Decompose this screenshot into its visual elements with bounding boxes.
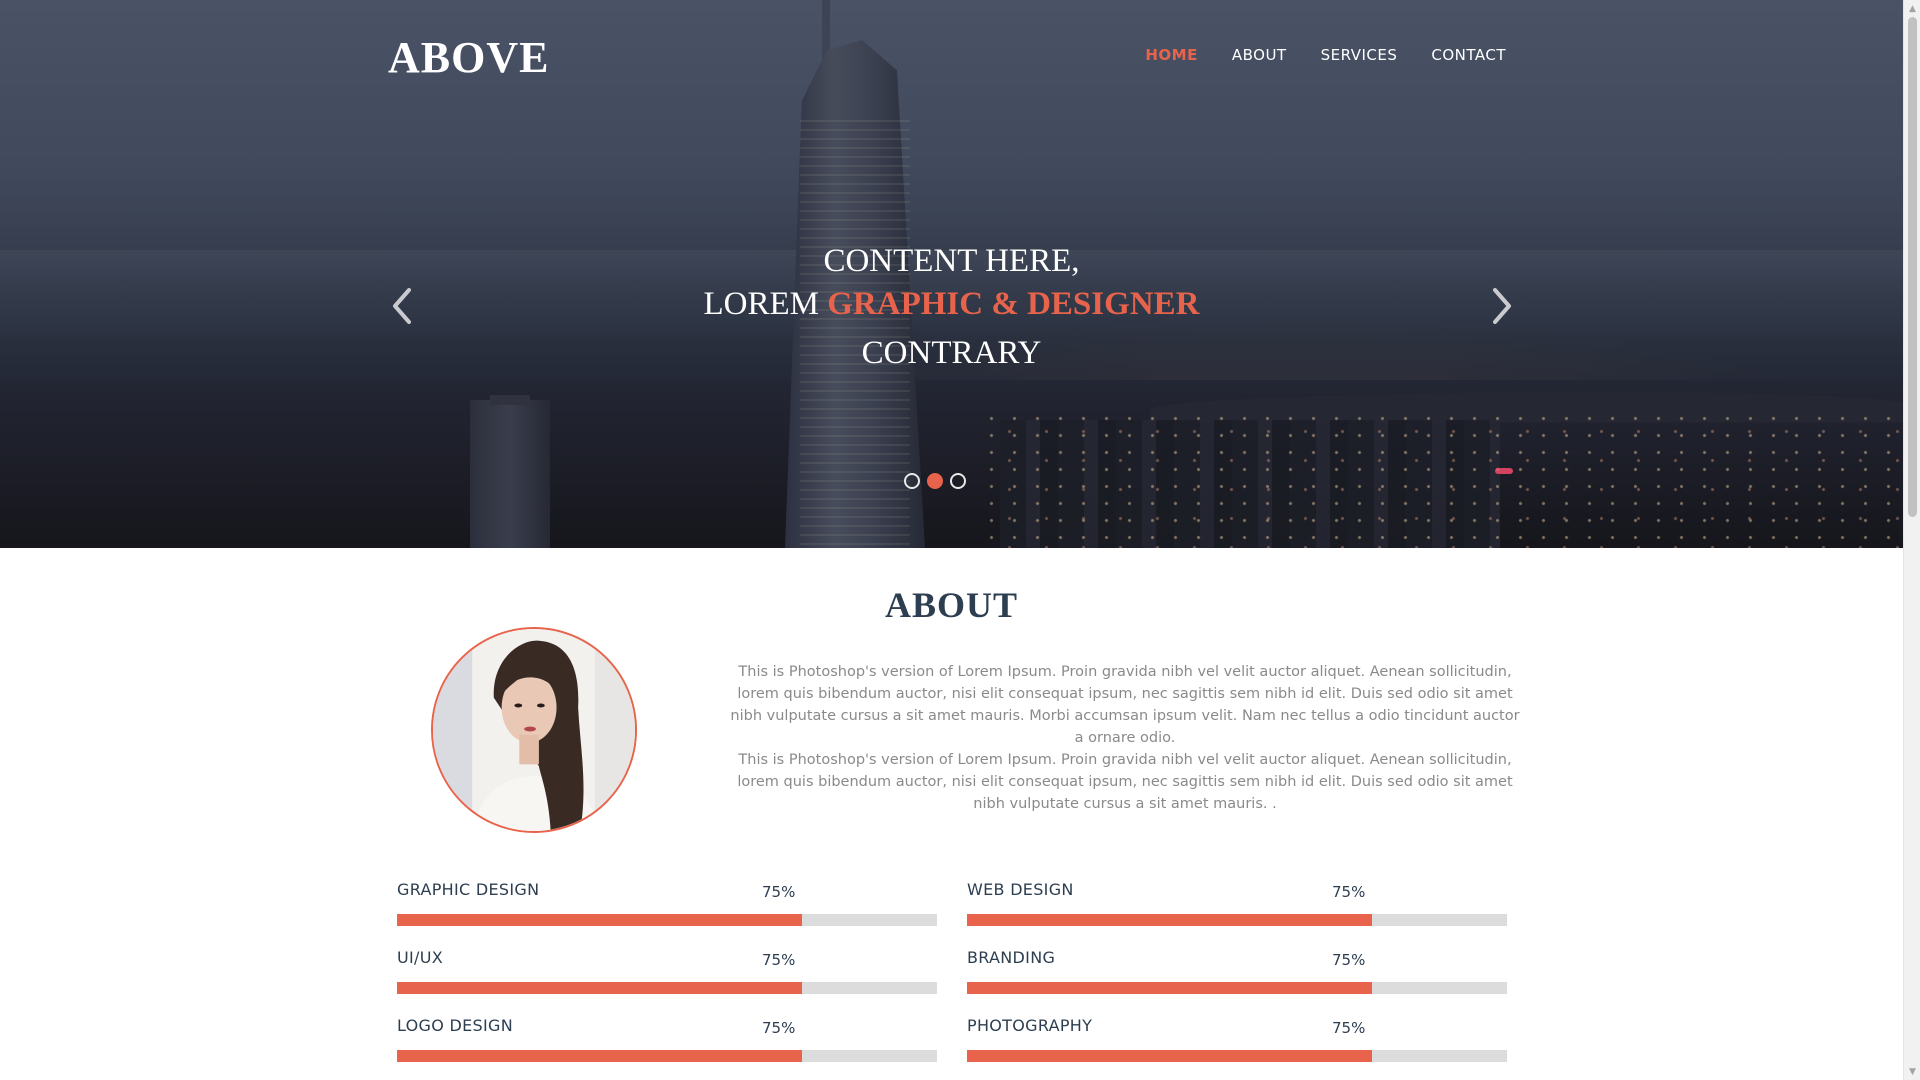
- about-avatar: [431, 627, 637, 833]
- skill-percent: 75%: [1332, 951, 1366, 969]
- skill-progress-track: [967, 1050, 1507, 1062]
- skill-label: LOGO DESIGN: [397, 1016, 513, 1035]
- skill-progress-fill: [967, 914, 1372, 926]
- skill-item: UI/UX 75%: [397, 948, 937, 998]
- hero-line-1: CONTENT HERE,: [823, 243, 1080, 279]
- hero-line-2-accent: GRAPHIC & DESIGNER: [827, 286, 1200, 322]
- page-scrollbar[interactable]: ▲ ▼: [1903, 0, 1920, 1080]
- about-paragraph-1: This is Photoshop's version of Lorem Ips…: [730, 664, 1520, 746]
- skill-item: BRANDING 75%: [967, 948, 1507, 998]
- portrait-image: [433, 629, 635, 831]
- skill-progress-fill: [397, 982, 802, 994]
- about-description: This is Photoshop's version of Lorem Ips…: [730, 661, 1520, 815]
- skill-percent: 75%: [1332, 1019, 1366, 1037]
- hero-building-top: [490, 395, 530, 405]
- skill-percent: 75%: [762, 1019, 796, 1037]
- main-nav: HOME ABOUT SERVICES CONTACT: [1145, 45, 1506, 65]
- site-logo[interactable]: ABOVE: [388, 34, 549, 82]
- skill-progress-fill: [967, 982, 1372, 994]
- skill-label: UI/UX: [397, 948, 443, 967]
- skill-percent: 75%: [1332, 883, 1366, 901]
- slider-dot-3[interactable]: [950, 473, 966, 489]
- page: ABOVE HOME ABOUT SERVICES CONTACT CONTEN…: [0, 0, 1903, 1080]
- skill-progress-track: [397, 1050, 937, 1062]
- skill-label: BRANDING: [967, 948, 1056, 967]
- skill-percent: 75%: [762, 883, 796, 901]
- skill-progress-track: [967, 982, 1507, 994]
- slider-pagination: [904, 473, 966, 489]
- nav-services[interactable]: SERVICES: [1321, 45, 1398, 65]
- hero-line-2-prefix: LOREM: [703, 286, 828, 322]
- skill-item: PHOTOGRAPHY 75%: [967, 1016, 1507, 1066]
- skill-item: LOGO DESIGN 75%: [397, 1016, 937, 1066]
- hero-slider: ABOVE HOME ABOUT SERVICES CONTACT CONTEN…: [0, 0, 1903, 548]
- hero-building: [470, 400, 550, 548]
- skill-label: WEB DESIGN: [967, 880, 1074, 899]
- skill-progress-fill: [397, 914, 802, 926]
- skill-progress-fill: [967, 1050, 1372, 1062]
- skill-item: WEB DESIGN 75%: [967, 880, 1507, 930]
- hero-city-lights: [980, 410, 1903, 548]
- nav-about[interactable]: ABOUT: [1232, 45, 1287, 65]
- slider-dot-2[interactable]: [927, 473, 943, 489]
- hero-line-3: CONTRARY: [861, 335, 1042, 371]
- hero-line-2: LOREM GRAPHIC & DESIGNER: [0, 283, 1903, 326]
- skill-percent: 75%: [762, 951, 796, 969]
- slider-dot-1[interactable]: [904, 473, 920, 489]
- scroll-down-icon[interactable]: ▼: [1904, 1063, 1920, 1080]
- scrollbar-thumb[interactable]: [1908, 17, 1917, 517]
- skill-item: GRAPHIC DESIGN 75%: [397, 880, 937, 930]
- nav-home[interactable]: HOME: [1145, 45, 1197, 65]
- skill-label: GRAPHIC DESIGN: [397, 880, 540, 899]
- skill-progress-track: [397, 982, 937, 994]
- skill-progress-track: [397, 914, 937, 926]
- skill-label: PHOTOGRAPHY: [967, 1016, 1093, 1035]
- about-paragraph-2: This is Photoshop's version of Lorem Ips…: [737, 752, 1513, 812]
- skill-progress-fill: [397, 1050, 802, 1062]
- scroll-up-icon[interactable]: ▲: [1904, 0, 1920, 17]
- nav-contact[interactable]: CONTACT: [1431, 45, 1506, 65]
- hero-city-red-light: [1495, 468, 1513, 474]
- about-title: ABOUT: [884, 585, 1019, 625]
- hero-headline: CONTENT HERE, LOREM GRAPHIC & DESIGNER C…: [0, 240, 1903, 375]
- skill-progress-track: [967, 914, 1507, 926]
